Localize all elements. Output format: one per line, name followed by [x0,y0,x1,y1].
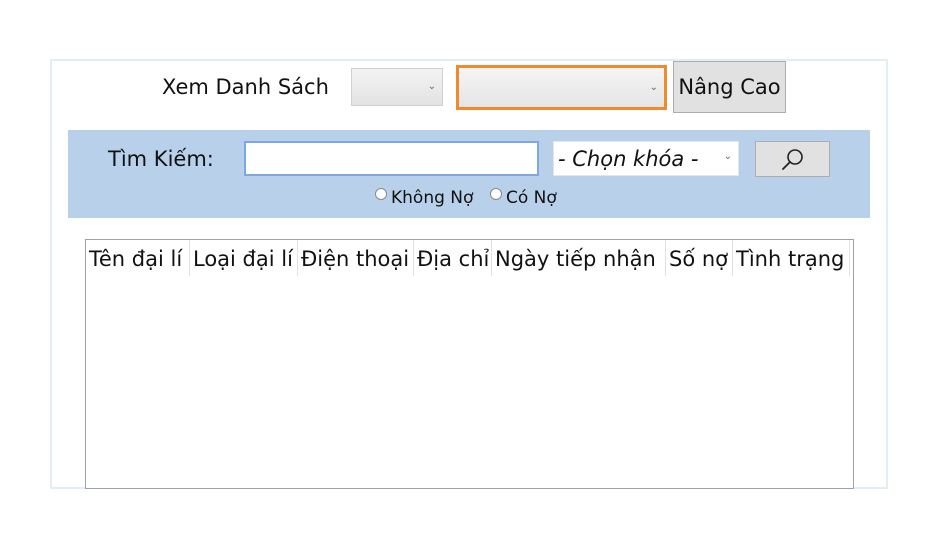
chevron-down-icon: ⌄ [649,81,658,93]
search-key-placeholder: - Chọn khóa - [558,147,699,171]
search-key-combo[interactable]: - Chọn khóa - ⌄ [553,141,739,176]
radio-circle[interactable] [490,188,502,200]
chevron-down-icon: ⌄ [723,151,732,162]
chevron-down-icon: ⌄ [427,80,436,92]
radio-circle[interactable] [375,188,387,200]
search-icon [782,149,803,170]
radio-has-debt-label: Có Nợ [506,188,557,208]
search-input[interactable] [244,141,539,176]
search-button[interactable] [755,141,830,177]
agency-grid[interactable]: Tên đại lí Loại đại lí Điện thoại Địa ch… [85,239,854,489]
search-label: Tìm Kiếm: [108,147,214,171]
column-header[interactable]: Tên đại lí [86,240,190,276]
column-header[interactable]: Loại đại lí [190,240,298,276]
view-list-type-combo[interactable]: ⌄ [456,65,667,110]
column-header[interactable]: Ngày tiếp nhận [492,240,666,276]
column-header[interactable]: Điện thoại [298,240,414,276]
view-list-label: Xem Danh Sách [162,75,329,99]
radio-no-debt-label: Không Nợ [391,188,474,208]
radio-no-debt[interactable]: Không Nợ [375,186,473,210]
grid-header: Tên đại lí Loại đại lí Điện thoại Địa ch… [86,240,850,276]
column-header[interactable]: Số nợ [666,240,733,276]
advanced-button[interactable]: Nâng Cao [673,61,786,113]
view-list-filter-combo[interactable]: ⌄ [351,68,443,106]
column-header[interactable]: Địa chỉ [414,240,492,276]
column-header[interactable]: Tình trạng [733,240,850,276]
radio-has-debt[interactable]: Có Nợ [490,186,557,210]
